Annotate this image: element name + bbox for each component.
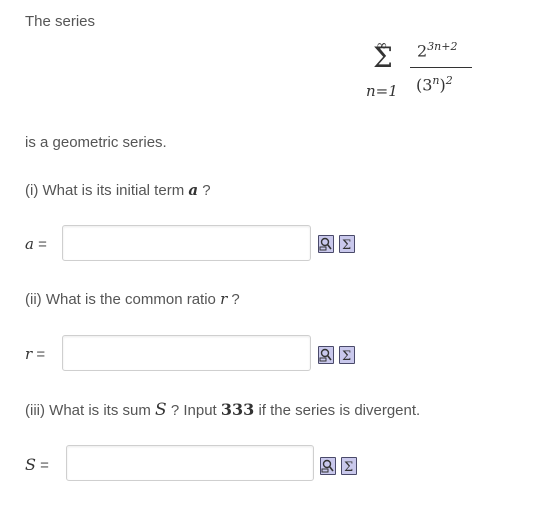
numerator: 23n+2 — [417, 40, 458, 61]
question-3: (iii) What is its sum S ? Input 333 if t… — [25, 400, 421, 420]
label-s: S = — [25, 455, 49, 474]
question-2: (ii) What is the common ratio r ? — [25, 290, 240, 308]
label-a: a = — [25, 235, 47, 253]
statement-text: is a geometric series. — [25, 134, 167, 151]
series-formula: ∞ Σ n=1 23n+2 (3n)2 — [360, 34, 490, 106]
fraction-line — [410, 67, 472, 68]
sigma-equation-icon[interactable]: Σ — [339, 235, 355, 253]
preview-icon[interactable] — [320, 457, 336, 475]
preview-icon[interactable] — [318, 346, 334, 364]
denominator: (3n)2 — [416, 74, 453, 95]
answer-a-input[interactable] — [62, 225, 311, 261]
label-r: r = — [25, 345, 46, 363]
sigma-equation-icon[interactable]: Σ — [341, 457, 357, 475]
preview-icon[interactable] — [318, 235, 334, 253]
answer-r-input[interactable] — [62, 335, 311, 371]
svg-text:Σ: Σ — [342, 349, 351, 363]
question-1: (i) What is its initial term a ? — [25, 181, 211, 199]
svg-text:Σ: Σ — [344, 460, 353, 474]
intro-text: The series — [25, 13, 96, 30]
sigma-equation-icon[interactable]: Σ — [339, 346, 355, 364]
answer-s-input[interactable] — [66, 445, 314, 481]
svg-text:Σ: Σ — [342, 238, 351, 252]
sigma-symbol: Σ — [373, 41, 393, 74]
sum-lower-limit: n=1 — [366, 82, 398, 100]
